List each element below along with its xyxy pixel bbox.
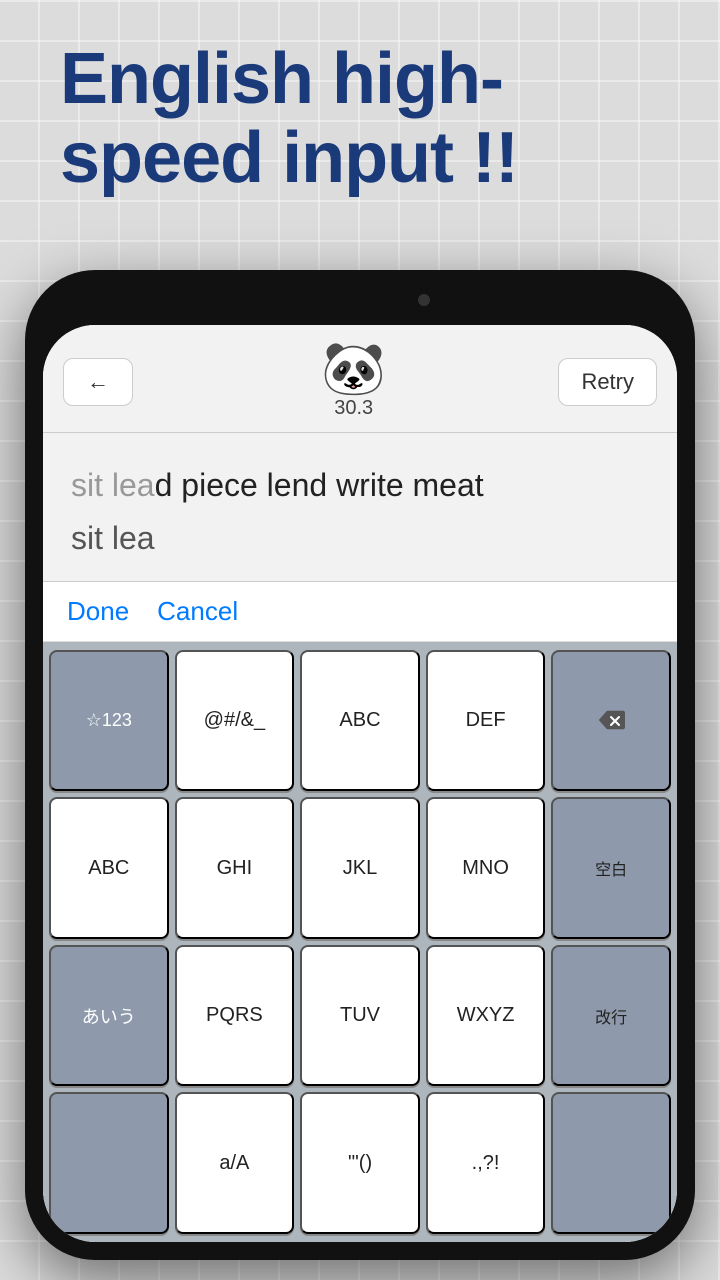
- keyboard: ☆123 @#/&_ ABC DEF ABC GHI: [43, 642, 677, 1242]
- key-abc2[interactable]: ABC: [49, 797, 169, 939]
- cancel-button[interactable]: Cancel: [157, 596, 238, 627]
- score-display: 30.3: [334, 397, 373, 420]
- keyboard-row-1: ☆123 @#/&_ ABC DEF: [49, 650, 671, 792]
- key-aiu-empty: [49, 1092, 169, 1234]
- input-text: sit lea: [71, 516, 649, 561]
- key-symbol[interactable]: @#/&_: [175, 650, 295, 792]
- target-text: sit lead piece lend write meat: [71, 463, 649, 508]
- remain-part: d piece lend write meat: [155, 467, 484, 503]
- header-title: English high-speed input !!: [60, 40, 660, 198]
- key-jkl[interactable]: JKL: [300, 797, 420, 939]
- delete-key[interactable]: [551, 650, 671, 792]
- key-enter-empty: [551, 1092, 671, 1234]
- panda-area: 🐼 30.3: [149, 343, 558, 420]
- key-def[interactable]: DEF: [426, 650, 546, 792]
- phone-notch: [270, 288, 450, 316]
- key-space[interactable]: 空白: [551, 797, 671, 939]
- keyboard-row-3a: あいう PQRS TUV WXYZ 改行: [49, 945, 671, 1087]
- back-button[interactable]: ←: [63, 358, 133, 406]
- action-bar: Done Cancel: [43, 582, 677, 642]
- key-mno[interactable]: MNO: [426, 797, 546, 939]
- retry-button[interactable]: Retry: [558, 358, 657, 406]
- key-caps[interactable]: a/A: [175, 1092, 295, 1234]
- key-tuv[interactable]: TUV: [300, 945, 420, 1087]
- key-ghi[interactable]: GHI: [175, 797, 295, 939]
- typed-part: sit lea: [71, 467, 155, 503]
- keyboard-row-2: ABC GHI JKL MNO 空白: [49, 797, 671, 939]
- done-button[interactable]: Done: [67, 596, 129, 627]
- key-aiu[interactable]: あいう: [49, 945, 169, 1087]
- phone-screen: ← 🐼 30.3 Retry sit lead piece lend write…: [43, 325, 677, 1242]
- key-kigou[interactable]: ☆123: [49, 650, 169, 792]
- key-pqrs[interactable]: PQRS: [175, 945, 295, 1087]
- key-abc[interactable]: ABC: [300, 650, 420, 792]
- keyboard-row-3b: a/A '"() .,?!: [49, 1092, 671, 1234]
- key-enter[interactable]: 改行: [551, 945, 671, 1087]
- top-bar: ← 🐼 30.3 Retry: [43, 325, 677, 433]
- text-display-area: sit lead piece lend write meat sit lea: [43, 433, 677, 582]
- key-wxyz[interactable]: WXYZ: [426, 945, 546, 1087]
- phone-frame: ← 🐼 30.3 Retry sit lead piece lend write…: [25, 270, 695, 1260]
- app-content: ← 🐼 30.3 Retry sit lead piece lend write…: [43, 325, 677, 1242]
- key-punct[interactable]: .,?!: [426, 1092, 546, 1234]
- panda-icon: 🐼: [321, 343, 386, 395]
- key-quote[interactable]: '"(): [300, 1092, 420, 1234]
